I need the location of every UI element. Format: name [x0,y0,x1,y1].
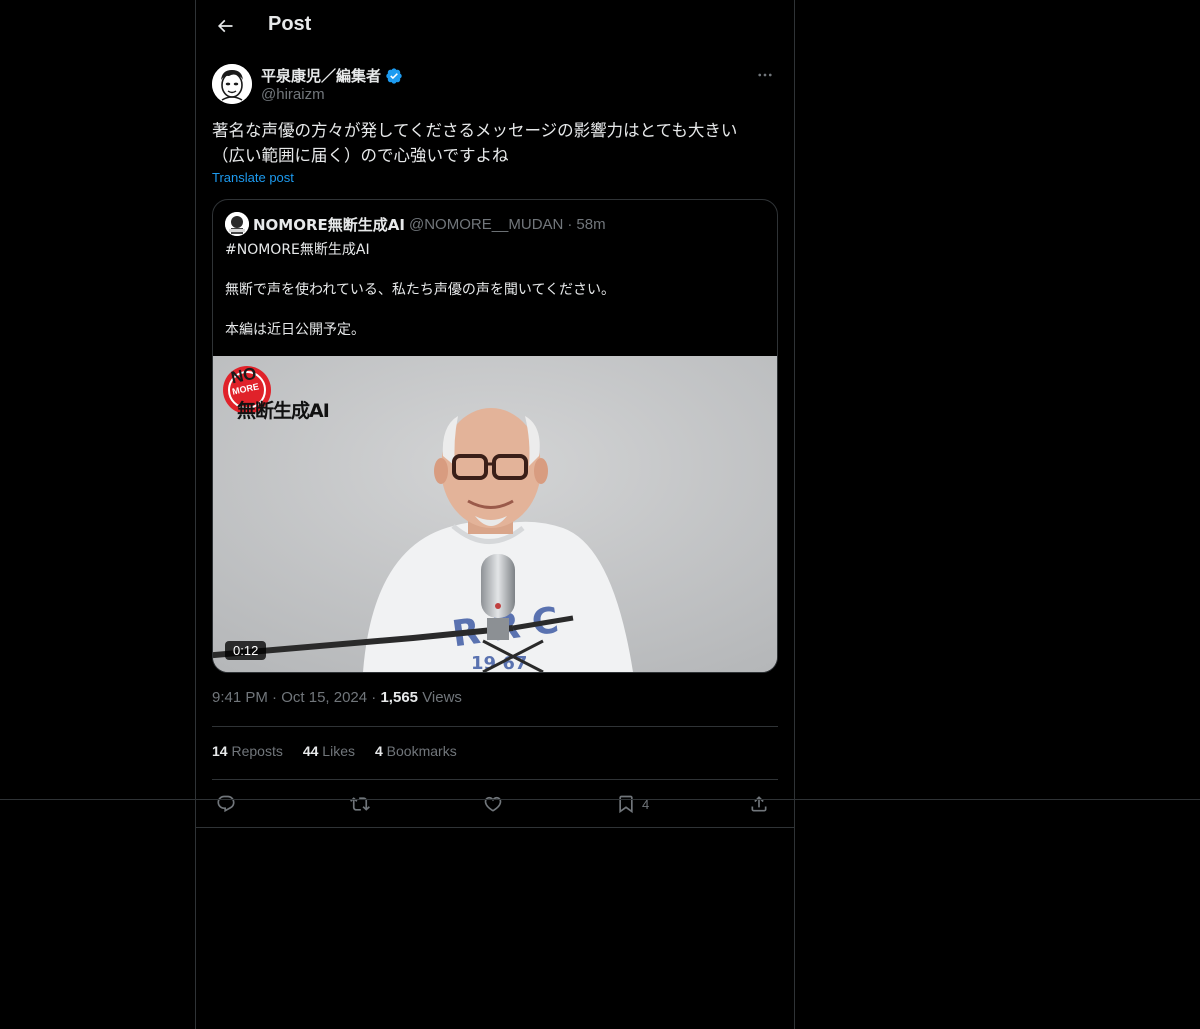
bookmarks-label: Bookmarks [386,743,457,759]
quoted-paragraph: 本編は近日公開予定。 [225,322,365,338]
divider [212,726,778,727]
likes-stat[interactable]: 44 Likes [303,743,355,759]
post-date[interactable]: Oct 15, 2024 [281,689,367,706]
likes-count: 44 [302,743,319,759]
divider [0,799,1200,800]
more-options-button[interactable] [752,64,778,86]
quoted-paragraph: 無断で声を使われている、私たち声優の声を聞いてください。 [225,282,616,298]
back-button[interactable] [208,9,242,43]
quoted-post-time: 58m [576,215,606,233]
views-label: Views [422,689,462,706]
quoted-author-name: NOMORE無断生成AI [253,215,405,234]
post-meta: 9:41 PM · Oct 15, 2024 · 1,565 Views [212,689,462,706]
share-icon [751,796,767,812]
separator-dot: · [567,215,573,233]
page-title: Post [268,13,312,35]
logo-main-text: 無断生成AI [237,400,330,422]
ellipsis-icon [758,73,772,77]
post-author: 平泉康児／編集者 @hiraizm [212,64,778,108]
separator-dot: · [371,689,377,706]
author-name-text: 平泉康児／編集者 [261,67,382,85]
separator-dot: · [272,689,278,706]
share-button[interactable] [749,790,769,818]
quoted-post[interactable]: NOMORE無断生成AI @NOMORE__MUDAN · 58m #NOMOR… [212,199,778,673]
reposts-label: Reposts [231,743,283,759]
verified-badge-icon [386,67,402,84]
post-text-line: （広い範囲に届く）ので心強いですよね [212,146,509,165]
reposts-stat[interactable]: 14 Reposts [212,743,283,759]
like-button[interactable] [483,790,503,818]
post-text-line: 著名な声優の方々が発してくださるメッセージの影響力はとても大きい [212,121,738,140]
views-count[interactable]: 1,565 [380,689,418,706]
post-stats: 14 Reposts 44 Likes 4 Bookmarks [212,743,457,759]
likes-label: Likes [322,743,355,759]
reply-icon [217,795,235,813]
arrow-left-icon [217,19,233,33]
bookmark-icon [619,795,633,814]
quoted-avatar [225,212,249,236]
author-name[interactable]: 平泉康児／編集者 [261,65,403,86]
bookmarks-stat[interactable]: 4 Bookmarks [375,743,457,759]
post-actions: 4 [212,790,778,818]
author-handle[interactable]: @hiraizm [261,86,325,103]
bookmark-button[interactable]: 4 [616,790,649,818]
video-player[interactable]: R R C 19 67 [213,356,777,672]
reply-button[interactable] [216,790,236,818]
divider [212,779,778,780]
repost-icon [350,797,370,811]
primary-column: Post 平泉康児／編集者 @hiraizm 著名な声優の方々が発してくださるメ… [195,0,795,1029]
heart-icon [484,796,502,812]
quoted-post-body: #NOMORE無断生成AI 無断で声を使われている、私たち声優の声を聞いてくださ… [225,240,765,360]
author-avatar[interactable] [212,64,252,104]
reposts-count: 14 [212,743,228,759]
post-header: Post [196,0,794,53]
video-duration-badge: 0:12 [225,641,267,660]
quoted-post-header: NOMORE無断生成AI @NOMORE__MUDAN · 58m [225,212,606,236]
post-time[interactable]: 9:41 PM [212,689,268,706]
quoted-hashtag: #NOMORE無断生成AI [225,242,370,258]
divider [196,827,794,828]
post-text: 著名な声優の方々が発してくださるメッセージの影響力はとても大きい （広い範囲に届… [212,118,778,168]
quoted-author-handle: @NOMORE__MUDAN [408,215,564,233]
repost-button[interactable] [350,790,370,818]
translate-post-link[interactable]: Translate post [212,170,294,185]
bookmarks-count: 4 [374,743,383,759]
